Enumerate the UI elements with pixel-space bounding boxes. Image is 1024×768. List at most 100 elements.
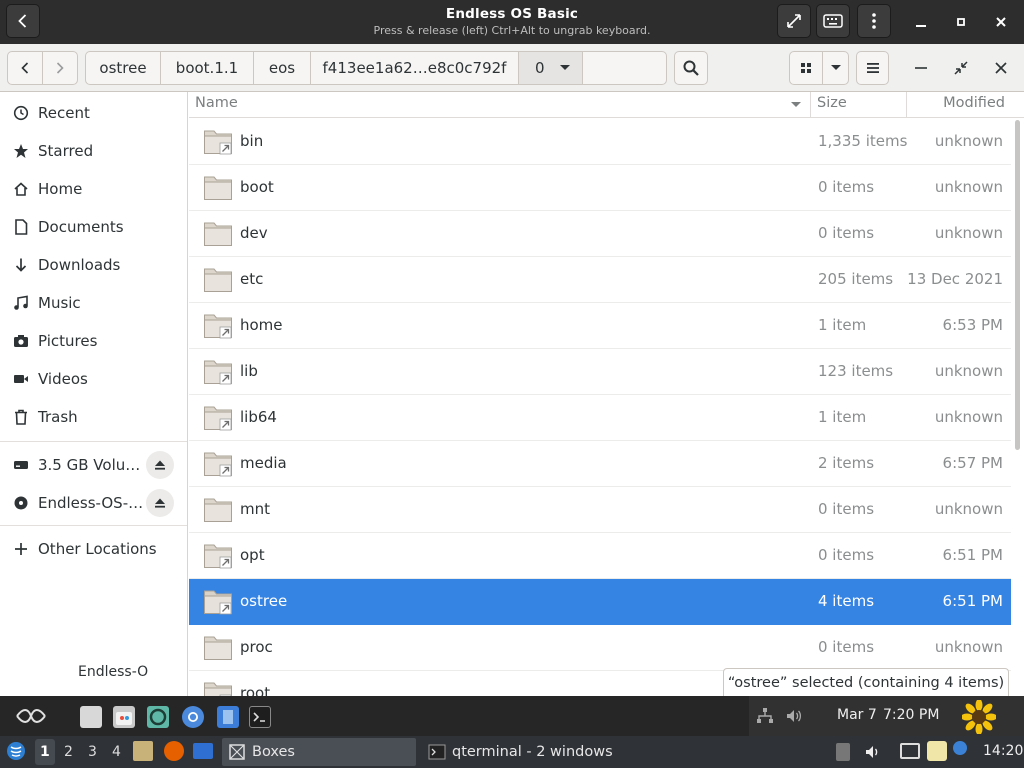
search-button[interactable] — [674, 51, 708, 85]
task-qterminal[interactable]: qterminal - 2 windows — [422, 738, 642, 766]
file-row-media[interactable]: media 2 items 6:57 PM — [189, 441, 1011, 487]
file-name: root — [240, 684, 271, 696]
workspace-1[interactable]: 1 — [40, 744, 50, 760]
file-row-mnt[interactable]: mnt 0 items unknown — [189, 487, 1011, 533]
volume-icon[interactable] — [785, 707, 803, 725]
tray-clipboard-icon[interactable] — [836, 743, 850, 761]
sidebar-item-starred[interactable]: Starred — [0, 132, 187, 170]
terminal-app-icon[interactable] — [249, 706, 271, 728]
endless-clock-time[interactable]: 7:20 PM — [883, 707, 939, 723]
helper-app-icon[interactable] — [147, 706, 169, 728]
window-close-button[interactable] — [989, 56, 1013, 80]
star-icon — [12, 142, 30, 160]
file-row-proc[interactable]: proc 0 items unknown — [189, 625, 1011, 671]
file-row-lib[interactable]: lib 123 items unknown — [189, 349, 1011, 395]
file-row-ostree[interactable]: ostree 4 items 6:51 PM — [189, 579, 1011, 625]
restore-icon — [954, 61, 968, 75]
vertical-scrollbar[interactable] — [1015, 120, 1020, 450]
camera-icon — [12, 332, 30, 350]
view-options-button[interactable] — [823, 52, 848, 84]
close-button[interactable] — [989, 10, 1013, 34]
workspace-2[interactable]: 2 — [64, 744, 73, 760]
column-modified[interactable]: Modified — [943, 95, 1005, 111]
host-clock[interactable]: 14:20 — [983, 743, 1023, 759]
clock-icon — [12, 104, 30, 122]
window-restore-button[interactable] — [949, 56, 973, 80]
file-modified: 6:51 PM — [942, 592, 1003, 610]
eject-disc-button[interactable] — [146, 489, 174, 517]
sidebar-separator — [0, 441, 187, 442]
desktop-launcher-icon[interactable] — [193, 743, 213, 759]
app-center-icon[interactable] — [113, 706, 135, 728]
sidebar-item-home[interactable]: Home — [0, 170, 187, 208]
file-modified: unknown — [934, 638, 1003, 656]
tray-volume-icon[interactable] — [864, 743, 882, 761]
forward-button[interactable] — [43, 52, 77, 84]
tray-notes-icon[interactable] — [927, 741, 947, 761]
sidebar-item-trash[interactable]: Trash — [0, 398, 187, 436]
eject-volume-button[interactable] — [146, 451, 174, 479]
plus-icon — [12, 540, 30, 558]
grid-view-button[interactable] — [790, 52, 823, 84]
workspace-4[interactable]: 4 — [112, 744, 121, 760]
path-segment-hash[interactable]: f413ee1a62…e8c0c792f — [311, 52, 519, 84]
folder-icon — [203, 218, 233, 248]
window-minimize-button[interactable] — [909, 56, 933, 80]
sidebar-item-pictures[interactable]: Pictures — [0, 322, 187, 360]
sidebar-item-documents[interactable]: Documents — [0, 208, 187, 246]
minimize-button[interactable] — [909, 10, 933, 34]
file-manager-launcher-icon[interactable] — [133, 741, 153, 761]
sunflower-user-icon[interactable] — [962, 700, 996, 734]
endless-clock-date[interactable]: Mar 7 — [837, 707, 877, 723]
close-icon — [996, 17, 1006, 27]
files-app-icon[interactable] — [217, 706, 239, 728]
column-name[interactable]: Name — [195, 95, 238, 111]
firefox-launcher-icon[interactable] — [164, 741, 184, 761]
chevron-down-icon — [559, 65, 570, 70]
sidebar-item-other-locations[interactable]: Other Locations — [0, 530, 187, 568]
sidebar-item-videos[interactable]: Videos — [0, 360, 187, 398]
sidebar-item-recent[interactable]: Recent — [0, 94, 187, 132]
path-segment-current[interactable]: 0 — [519, 52, 583, 84]
maximize-button[interactable] — [949, 10, 973, 34]
sidebar-item-music[interactable]: Music — [0, 284, 187, 322]
tray-display-icon[interactable] — [900, 743, 920, 759]
file-row-home[interactable]: home 1 item 6:53 PM — [189, 303, 1011, 349]
vm-fullscreen-button[interactable] — [777, 4, 811, 38]
tray-info-icon[interactable] — [953, 741, 967, 755]
file-row-etc[interactable]: etc 205 items 13 Dec 2021 — [189, 257, 1011, 303]
main-menu-button[interactable] — [856, 51, 889, 85]
sidebar-item-label: Music — [38, 294, 81, 312]
column-size[interactable]: Size — [817, 95, 847, 111]
drive-app-icon[interactable] — [80, 706, 102, 728]
file-row-boot[interactable]: boot 0 items unknown — [189, 165, 1011, 211]
workspace-3[interactable]: 3 — [88, 744, 97, 760]
file-row-opt[interactable]: opt 0 items 6:51 PM — [189, 533, 1011, 579]
view-toggle — [789, 51, 849, 85]
file-row-lib64[interactable]: lib64 1 item unknown — [189, 395, 1011, 441]
file-size: 1,335 items — [818, 132, 908, 150]
search-icon — [683, 60, 699, 76]
home-icon — [12, 180, 30, 198]
back-button[interactable] — [8, 52, 43, 84]
vm-keyboard-button[interactable] — [816, 4, 850, 38]
chromium-icon[interactable] — [182, 706, 204, 728]
path-segment-boot[interactable]: boot.1.1 — [161, 52, 254, 84]
lxqt-menu-icon[interactable] — [6, 741, 26, 761]
vm-menu-button[interactable] — [857, 4, 891, 38]
folder-link-icon — [203, 402, 233, 432]
endless-menu-icon[interactable] — [14, 704, 48, 728]
path-segment-eos[interactable]: eos — [254, 52, 311, 84]
path-bar: ostree boot.1.1 eos f413ee1a62…e8c0c792f… — [85, 51, 667, 85]
sidebar-item-downloads[interactable]: Downloads — [0, 246, 187, 284]
sidebar-item-volume[interactable]: 3.5 GB Volu… — [0, 446, 187, 484]
network-icon[interactable] — [756, 707, 774, 725]
file-row-dev[interactable]: dev 0 items unknown — [189, 211, 1011, 257]
file-row-bin[interactable]: bin 1,335 items unknown — [189, 119, 1011, 165]
path-segment-ostree[interactable]: ostree — [86, 52, 161, 84]
file-name: lib64 — [240, 408, 277, 426]
sidebar-item-label: Trash — [38, 408, 78, 426]
sidebar-item-endless-disc[interactable]: Endless-OS-… — [0, 484, 187, 522]
task-boxes[interactable]: Boxes — [222, 738, 416, 766]
history-nav — [7, 51, 78, 85]
